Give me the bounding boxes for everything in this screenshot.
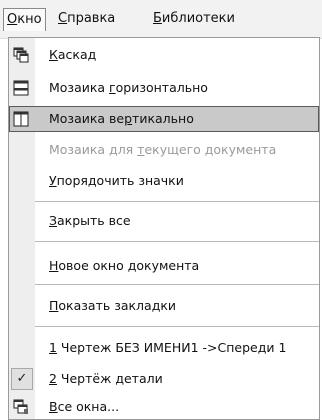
menu-bar: Окно Справка Библиотеки — [0, 0, 322, 39]
menu-item-label: Показать закладки — [49, 298, 177, 313]
menu-separator — [35, 201, 319, 202]
menu-item-all-windows[interactable]: Все окна... — [9, 394, 319, 420]
menu-libraries-accel: Б — [153, 11, 162, 26]
menu-item-label: Каскад — [49, 47, 97, 62]
menu-libraries[interactable]: Библиотеки — [150, 9, 238, 29]
menu-help-accel: С — [58, 11, 68, 26]
menu-item-arrange-icons[interactable]: Упорядочить значки — [9, 168, 319, 194]
menu-item-new-document-window[interactable]: Новое окно документа — [9, 253, 319, 279]
menu-separator — [35, 241, 319, 242]
cascade-icon — [13, 47, 29, 63]
menu-item-label: Мозаика для текущего документа — [49, 142, 277, 157]
tile-horizontal-icon — [13, 80, 29, 96]
menu-separator — [35, 326, 319, 327]
menu-item-cascade[interactable]: Каскад — [9, 42, 319, 68]
menu-window-accel: О — [7, 12, 18, 27]
menu-item-label: Мозаика вертикально — [49, 111, 194, 126]
menu-item-label: Новое окно документа — [49, 258, 200, 273]
menu-window-label: кно — [17, 12, 42, 27]
menu-item-show-bookmarks[interactable]: Показать закладки — [9, 293, 319, 319]
menu-help[interactable]: Справка — [55, 9, 118, 29]
menu-item-window-1[interactable]: 1 Чертеж БЕЗ ИМЕНИ1 ->Спереди 1 — [9, 335, 319, 361]
menu-item-label: 2 Чертёж детали — [49, 371, 163, 386]
menu-item-tile-current-document: Мозаика для текущего документа — [9, 137, 319, 163]
menu-item-label: Упорядочить значки — [49, 173, 184, 188]
menu-item-tile-horizontal[interactable]: Мозаика горизонтально — [9, 75, 319, 101]
menu-item-label: Все окна... — [49, 399, 120, 414]
window-dropdown-menu: Каскад Мозаика горизонтально Мозаика вер… — [8, 37, 320, 420]
menu-item-close-all[interactable]: Закрыть все — [9, 208, 319, 234]
menu-item-label: Закрыть все — [49, 213, 131, 228]
menu-window[interactable]: Окно — [3, 8, 46, 31]
menu-separator — [35, 284, 319, 285]
tile-vertical-icon — [13, 111, 29, 127]
menu-item-tile-vertical[interactable]: Мозаика вертикально — [9, 106, 319, 132]
menu-help-label: правка — [67, 11, 116, 26]
menu-item-window-2[interactable]: ✓ 2 Чертёж детали — [9, 366, 319, 392]
menu-item-label: 1 Чертеж БЕЗ ИМЕНИ1 ->Спереди 1 — [49, 340, 287, 355]
all-windows-icon — [13, 399, 28, 414]
checkmark-icon: ✓ — [11, 368, 33, 390]
menu-item-label: Мозаика горизонтально — [49, 80, 208, 95]
menu-libraries-label: иблиотеки — [161, 11, 235, 26]
